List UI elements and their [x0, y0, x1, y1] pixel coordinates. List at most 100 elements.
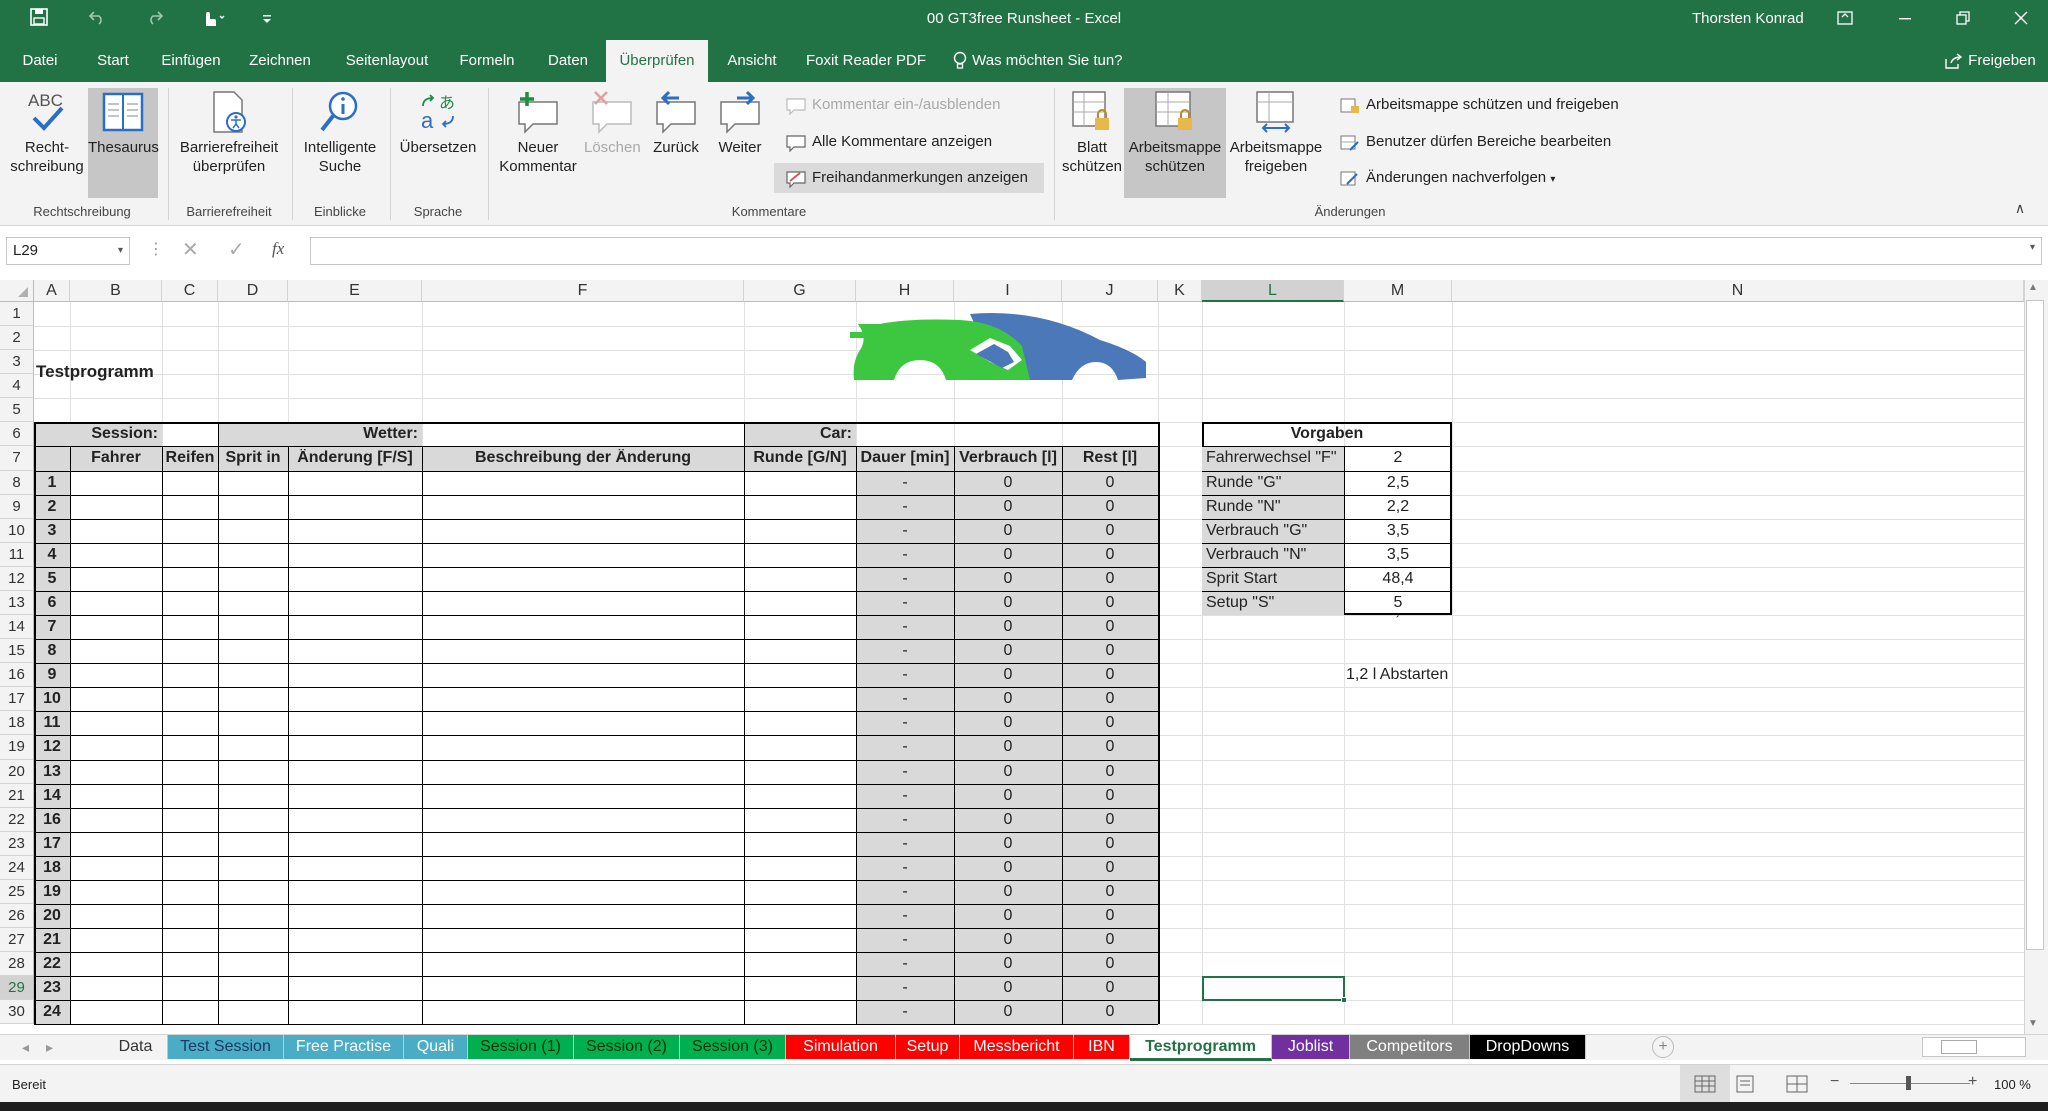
column-header-k[interactable]: K — [1158, 280, 1202, 302]
sheet-tab-dropdowns[interactable]: DropDowns — [1470, 1035, 1586, 1059]
selected-cell[interactable] — [1202, 976, 1345, 1002]
zoom-out-icon[interactable]: − — [1830, 1073, 1839, 1091]
column-header-j[interactable]: J — [1062, 280, 1158, 302]
sheet-tab-setup[interactable]: Setup — [896, 1035, 960, 1059]
row-header-10[interactable]: 10 — [0, 518, 34, 543]
zoom-in-icon[interactable]: + — [1968, 1073, 1977, 1091]
worksheet-grid[interactable]: A B C D E F G H I J K L M N 1 2 3 4 5 6 7 8 9 10 11 12 13 14 15 16 17 1… — [0, 0, 2048, 1111]
column-header-d[interactable]: D — [218, 280, 288, 302]
scroll-down-icon[interactable]: ▼ — [2028, 1018, 2038, 1029]
tab-scroll-left-icon[interactable]: ◂ — [22, 1035, 29, 1059]
sheet-tab-simulation[interactable]: Simulation — [786, 1035, 896, 1059]
vorgaben-value[interactable]: 3,5 — [1344, 546, 1452, 564]
row-header-11[interactable]: 11 — [0, 542, 34, 567]
scroll-up-icon[interactable]: ▲ — [2028, 282, 2038, 293]
row-header-14[interactable]: 14 — [0, 615, 34, 640]
fill-handle[interactable] — [1341, 997, 1347, 1004]
vorgaben-value[interactable]: 48,4 — [1344, 570, 1452, 588]
sheet-tab-testprogramm[interactable]: Testprogramm — [1130, 1035, 1272, 1061]
column-header-l[interactable]: L — [1202, 280, 1344, 302]
new-sheet-icon[interactable]: + — [1652, 1036, 1674, 1058]
row-header-26[interactable]: 26 — [0, 904, 34, 929]
horizontal-scrollbar[interactable] — [1922, 1037, 2026, 1057]
table-border — [1062, 446, 1063, 1025]
car-logo-icon — [850, 313, 1146, 380]
column-header-c[interactable]: C — [162, 280, 218, 302]
scrollbar-thumb[interactable] — [1941, 1040, 1977, 1054]
row-header-29[interactable]: 29 — [0, 976, 34, 1001]
rest-value: 0 — [1105, 810, 1115, 828]
table-border — [34, 615, 1158, 617]
column-header-n[interactable]: N — [1452, 280, 2024, 302]
vorgaben-value[interactable]: 5 — [1344, 594, 1452, 612]
dauer-value: - — [902, 834, 908, 852]
row-header-28[interactable]: 28 — [0, 952, 34, 977]
column-header-e[interactable]: E — [288, 280, 422, 302]
row-header-30[interactable]: 30 — [0, 1000, 34, 1025]
row-header-12[interactable]: 12 — [0, 566, 34, 591]
sheet-tab-test-session[interactable]: Test Session — [168, 1035, 284, 1059]
sheet-tab-joblist[interactable]: Joblist — [1272, 1035, 1350, 1059]
sheet-tab-data[interactable]: Data — [104, 1035, 168, 1059]
vertical-scrollbar-thumb[interactable] — [2026, 300, 2044, 950]
rest-value: 0 — [1105, 979, 1115, 997]
vorgaben-value[interactable]: 3,5 — [1344, 522, 1452, 540]
zoom-level[interactable]: 100 % — [1994, 1077, 2031, 1092]
run-number: 11 — [43, 714, 61, 732]
weather-label: Wetter: — [363, 425, 418, 443]
row-header-22[interactable]: 22 — [0, 807, 34, 832]
vorgaben-value[interactable]: 2 — [1344, 449, 1452, 467]
verbrauch-value: 0 — [1003, 979, 1013, 997]
row-header-24[interactable]: 24 — [0, 855, 34, 880]
table-border — [34, 422, 1158, 425]
column-header-m[interactable]: M — [1344, 280, 1452, 302]
row-header-6[interactable]: 6 — [0, 422, 34, 447]
vorgaben-value[interactable]: 2,5 — [1344, 474, 1452, 492]
page-layout-icon[interactable] — [1734, 1075, 1756, 1096]
row-header-2[interactable]: 2 — [0, 326, 34, 351]
column-header-g[interactable]: G — [744, 280, 856, 302]
row-header-3[interactable]: 3 — [0, 350, 34, 375]
sheet-tab-session-2[interactable]: Session (2) — [574, 1035, 680, 1059]
sheet-tab-free-practise[interactable]: Free Practise — [284, 1035, 404, 1059]
run-number: 9 — [47, 666, 57, 684]
row-header-25[interactable]: 25 — [0, 879, 34, 904]
row-header-18[interactable]: 18 — [0, 711, 34, 736]
sheet-tab-session-3[interactable]: Session (3) — [680, 1035, 786, 1059]
row-header-1[interactable]: 1 — [0, 302, 34, 327]
column-header-h[interactable]: H — [856, 280, 954, 302]
row-header-5[interactable]: 5 — [0, 398, 34, 423]
row-header-13[interactable]: 13 — [0, 590, 34, 616]
row-header-9[interactable]: 9 — [0, 494, 34, 519]
verbrauch-value: 0 — [1003, 931, 1013, 949]
row-header-20[interactable]: 20 — [0, 759, 34, 784]
sheet-tab-session-1[interactable]: Session (1) — [468, 1035, 574, 1059]
column-header-b[interactable]: B — [70, 280, 162, 302]
row-header-8[interactable]: 8 — [0, 470, 34, 495]
page-break-icon[interactable] — [1786, 1075, 1808, 1096]
row-header-15[interactable]: 15 — [0, 639, 34, 664]
sheet-tab-competitors[interactable]: Competitors — [1350, 1035, 1470, 1059]
column-header-i[interactable]: I — [954, 280, 1062, 302]
dauer-value: - — [902, 786, 908, 804]
row-header-27[interactable]: 27 — [0, 928, 34, 953]
column-header-a[interactable]: A — [34, 280, 70, 302]
row-header-17[interactable]: 17 — [0, 687, 34, 712]
sheet-tab-ibn[interactable]: IBN — [1074, 1035, 1130, 1059]
row-header-23[interactable]: 23 — [0, 831, 34, 856]
row-header-16[interactable]: 16 — [0, 663, 34, 688]
row-header-7[interactable]: 7 — [0, 446, 34, 471]
sheet-tab-messbericht[interactable]: Messbericht — [960, 1035, 1074, 1059]
row-header-19[interactable]: 19 — [0, 735, 34, 760]
run-number: 5 — [47, 569, 57, 587]
select-all-corner[interactable] — [0, 280, 34, 302]
normal-view-icon[interactable] — [1680, 1065, 1730, 1103]
tab-scroll-right-icon[interactable]: ▸ — [46, 1035, 53, 1059]
row-header-4[interactable]: 4 — [0, 374, 34, 399]
zoom-slider-thumb[interactable] — [1906, 1076, 1911, 1090]
column-header-f[interactable]: F — [422, 280, 744, 302]
vorgaben-value[interactable]: 2,2 — [1344, 498, 1452, 516]
row-header-21[interactable]: 21 — [0, 783, 34, 808]
sheet-tab-quali[interactable]: Quali — [404, 1035, 468, 1059]
zoom-slider[interactable] — [1850, 1076, 1970, 1090]
